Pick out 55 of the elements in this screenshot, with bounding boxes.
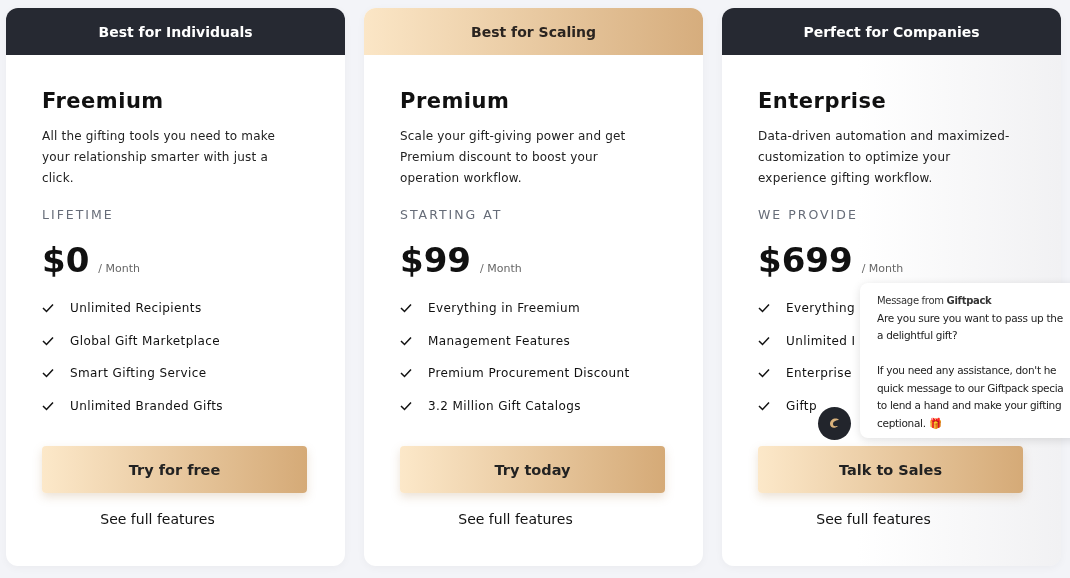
feature-text: Management Features bbox=[428, 333, 571, 348]
plan-name: Premium bbox=[400, 89, 511, 113]
message-sender: Message from Giftpack bbox=[877, 294, 993, 308]
price: $0 bbox=[42, 240, 90, 280]
message-text: a delightful gift? bbox=[877, 328, 959, 343]
feature-text: Everything bbox=[786, 301, 855, 316]
check-icon bbox=[42, 303, 54, 314]
feature-text: Enterprise bbox=[786, 366, 852, 381]
features-link[interactable]: See full features bbox=[816, 511, 931, 527]
plan-name: Freemium bbox=[42, 89, 165, 113]
check-icon bbox=[42, 368, 54, 379]
price-period: / Month bbox=[861, 262, 904, 275]
plan-name: Enterprise bbox=[758, 89, 888, 113]
feature-text: Everything in Freemium bbox=[428, 301, 581, 316]
price-label: LIFETIME bbox=[42, 207, 115, 222]
message-text: Are you sure you want to pass up the bbox=[877, 310, 1064, 326]
message-text: If you need any assistance, don't he bbox=[877, 363, 1058, 378]
plan-description: All the gifting tools you need to make your relationship smarter with just a click. bbox=[42, 128, 277, 187]
message-text: to lend a hand and make your gifting bbox=[877, 398, 1063, 413]
plan-banner: Best for Individuals bbox=[6, 8, 345, 55]
features-link[interactable]: See full features bbox=[458, 511, 573, 527]
feature-text: Giftp bbox=[786, 398, 817, 413]
check-icon bbox=[400, 400, 412, 411]
feature-text: Unlimited Recipients bbox=[70, 301, 202, 316]
cta-button[interactable]: Talk to Sales bbox=[758, 446, 1023, 493]
plan-description: Data-driven automation and maximized-customization to optimize your experience gifting workflow. bbox=[758, 128, 1010, 187]
price-label: STARTING AT bbox=[400, 207, 504, 222]
check-icon bbox=[758, 303, 770, 314]
feature-text: Smart Gifting Service bbox=[70, 366, 207, 381]
check-icon bbox=[400, 303, 412, 314]
feature-text: Unlimited Branded Gifts bbox=[70, 398, 223, 413]
price: $99 bbox=[400, 240, 471, 280]
cta-button[interactable]: Try today bbox=[400, 446, 665, 493]
feature-text: 3.2 Million Gift Catalogs bbox=[428, 398, 581, 413]
check-icon bbox=[400, 368, 412, 379]
price-period: / Month bbox=[480, 262, 522, 275]
feature-text: Global Gift Marketplace bbox=[70, 333, 220, 348]
check-icon bbox=[758, 400, 770, 411]
feature-text: Premium Procurement Discount bbox=[428, 366, 630, 381]
plan-banner: Best for Scaling bbox=[364, 8, 703, 55]
cta-button[interactable]: Try for free bbox=[42, 446, 307, 493]
check-icon bbox=[42, 400, 54, 411]
price: $699 bbox=[758, 240, 853, 280]
feature-text: Unlimited I bbox=[786, 333, 856, 348]
price-period: / Month bbox=[98, 262, 140, 275]
plan-banner: Perfect for Companies bbox=[722, 8, 1061, 55]
check-icon bbox=[42, 335, 54, 346]
features-link[interactable]: See full features bbox=[100, 511, 215, 527]
check-icon bbox=[400, 335, 412, 346]
message-text: ceptional. 🎁 bbox=[877, 415, 943, 431]
plan-description: Scale your gift-giving power and get Premium discount to boost your operation workflow. bbox=[400, 128, 627, 187]
check-icon bbox=[758, 335, 770, 346]
check-icon bbox=[758, 368, 770, 379]
price-label: WE PROVIDE bbox=[758, 207, 859, 222]
message-text: quick message to our Giftpack specia bbox=[877, 380, 1065, 396]
